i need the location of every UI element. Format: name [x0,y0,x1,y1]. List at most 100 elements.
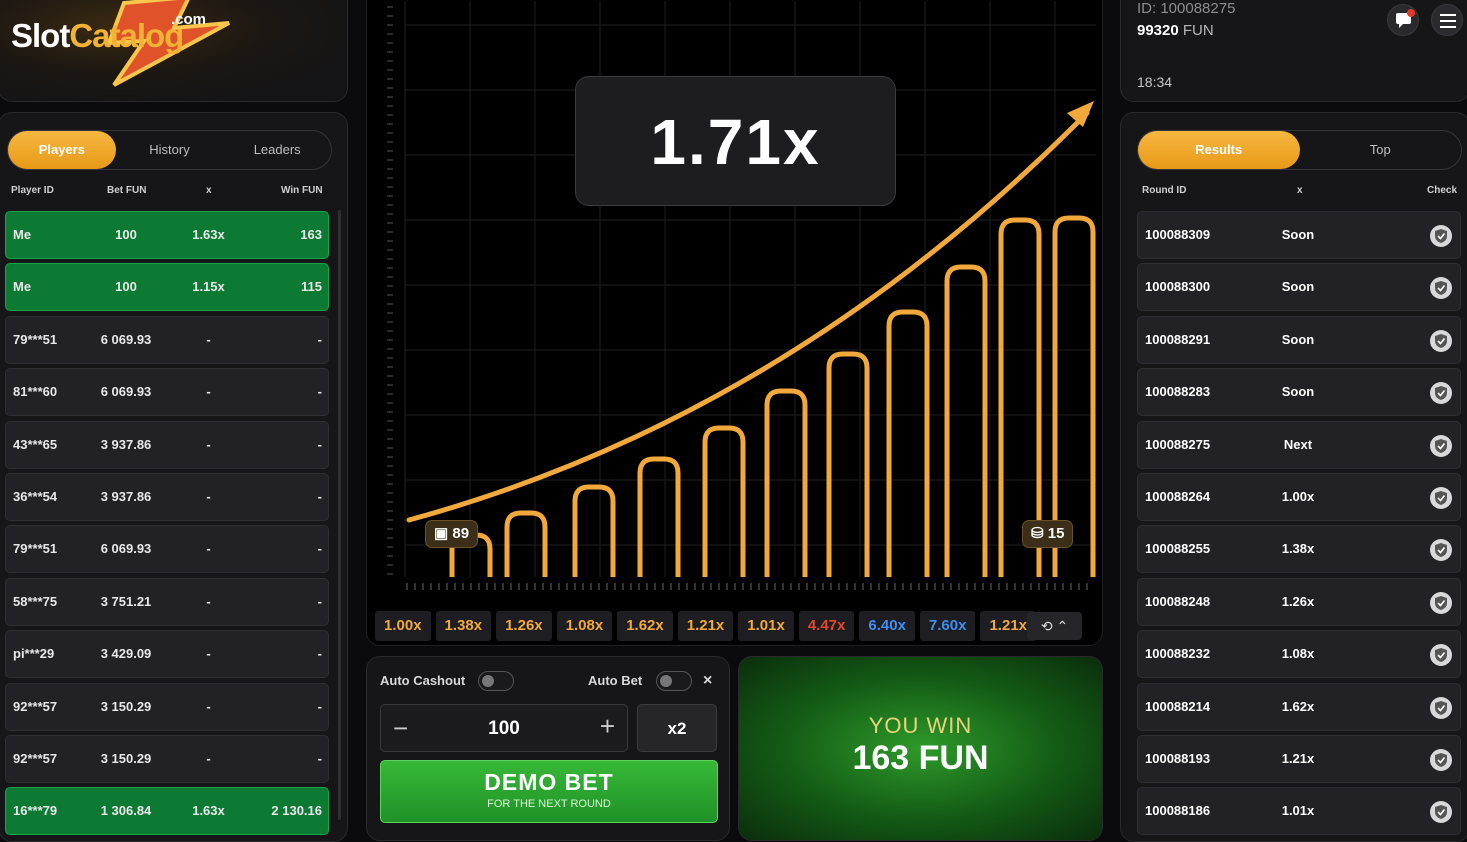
tab-top[interactable]: Top [1300,131,1462,169]
chevron-up-icon: ⌃ [1056,618,1069,634]
round-id: 100088255 [1145,541,1211,557]
shield-check-icon[interactable] [1430,644,1452,667]
bets-count: 15 [1047,525,1065,542]
table-row: 100088214 1.62x [1137,682,1461,731]
tab-results[interactable]: Results [1138,131,1300,169]
round-result: 1.26x [1281,593,1315,609]
table-row: 36***54 3 937.86 - - [5,472,329,521]
col-player-id: Player ID [11,185,54,196]
bet-amount-input[interactable]: 100 [381,718,627,740]
shield-check-icon[interactable] [1430,225,1452,247]
player-id: pi***29 [13,646,55,662]
shield-check-icon[interactable] [1430,539,1452,562]
demo-bet-label: DEMO BET [484,769,614,795]
round-history: 1.00x 1.38x 1.26x 1.08x 1.62x 1.21x 1.01x 4.47x… [375,611,1097,641]
player-x: - [206,488,211,504]
player-win: - [317,646,322,662]
history-multiplier[interactable]: 6.40x [859,611,915,641]
history-multiplier[interactable]: 1.01x [738,611,794,641]
table-row: 92***57 3 150.29 - - [5,734,329,783]
shield-check-icon[interactable] [1430,696,1452,719]
increase-bet-button[interactable]: + [600,711,615,742]
close-icon[interactable]: × [703,672,712,690]
player-win: - [317,541,322,557]
history-icon: ⟲ [1040,618,1053,634]
player-id: 79***51 [13,331,58,347]
players-count-badge: ▣ 89 [425,520,479,548]
history-multiplier[interactable]: 1.38x [435,611,492,641]
tab-history[interactable]: History [116,131,224,169]
tab-players[interactable]: Players [8,131,116,169]
history-multiplier[interactable]: 4.47x [798,611,855,641]
auto-cashout-toggle[interactable] [478,671,514,691]
tab-leaders[interactable]: Leaders [223,131,331,169]
player-id: 58***75 [13,593,58,609]
auto-bet-label: Auto Bet [588,673,643,688]
history-toggle-button[interactable]: ⟲ ⌃ [1027,612,1082,640]
graph-bar [826,351,870,577]
round-result: Next [1283,436,1313,452]
player-id: Me [13,227,32,242]
user-panel: ID: 100088275 99320 FUN 18:34 [1120,0,1467,102]
history-multiplier[interactable]: 1.21x [677,611,734,641]
player-win: - [317,593,322,609]
table-row: 16***79 1 306.84 1.63x 2 130.16 [5,787,329,836]
auto-bet-toggle[interactable] [656,671,692,691]
menu-button[interactable] [1431,4,1463,36]
coins-icon: ⛁ [1031,525,1044,542]
history-multiplier[interactable]: 7.60x [919,611,976,641]
shield-check-icon[interactable] [1430,434,1452,457]
table-row: 79***51 6 069.93 - - [5,525,329,574]
chat-button[interactable] [1387,4,1419,36]
results-list: 100088309 Soon 100088300 Soon 100088291 Soon 1… [1137,211,1461,840]
results-panel: Results Top Round ID x Check 100088309 So… [1120,112,1467,842]
player-id: 81***60 [13,384,58,400]
shield-check-icon[interactable] [1430,748,1452,771]
player-x: 1.63x [192,803,225,819]
history-multiplier[interactable]: 1.00x [375,611,431,641]
round-id: 100088214 [1145,698,1211,714]
players-scrollbar[interactable] [338,210,341,820]
shield-check-icon[interactable] [1430,277,1452,300]
you-win-label: YOU WIN [868,713,973,738]
game-area: 1.71x ▣ 89 ⛁ 15 1.00x 1.38x 1.26x 1.08x 1.62… [366,0,1103,646]
player-x: - [206,698,211,714]
player-bet: 3 429.09 [100,646,152,662]
history-multiplier[interactable]: 1.62x [617,611,673,641]
round-id: 100088275 [1145,436,1211,452]
double-bet-button[interactable]: x2 [637,704,717,752]
graph-bar [572,484,616,577]
win-panel: YOU WIN 163 FUN [738,656,1103,841]
curve-arrow-icon [1067,101,1094,127]
player-win: 115 [301,279,322,295]
round-result: Soon [1281,384,1315,400]
bet-amount-stepper: − 100 + [380,704,628,752]
current-multiplier: 1.71x [575,76,896,206]
shield-check-icon[interactable] [1430,801,1452,824]
history-multiplier[interactable]: 1.26x [496,611,552,641]
table-row: 92***57 3 150.29 - - [5,682,329,731]
player-id: 92***57 [13,750,58,766]
history-multiplier[interactable]: 1.08x [556,611,613,641]
round-result: Soon [1281,279,1315,295]
table-row: 58***75 3 751.21 - - [5,577,329,626]
graph-bar [944,264,988,577]
hamburger-menu-icon [1440,14,1456,28]
table-row: 79***51 6 069.93 - - [5,315,329,364]
round-result: Soon [1281,331,1315,347]
demo-bet-button[interactable]: DEMO BET FOR THE NEXT ROUND [380,760,718,823]
shield-check-icon[interactable] [1430,486,1452,509]
player-id: 36***54 [13,488,58,504]
shield-check-icon[interactable] [1430,329,1452,352]
table-row: pi***29 3 429.09 - - [5,630,329,679]
player-x: - [206,593,211,609]
table-row: 81***60 6 069.93 - - [5,368,329,417]
player-x: - [206,750,211,766]
shield-check-icon[interactable] [1430,382,1452,405]
round-result: 1.08x [1281,646,1315,662]
table-row: 100088264 1.00x [1137,472,1461,521]
player-id: 92***57 [13,698,58,714]
player-bet: 6 069.93 [100,541,152,557]
shield-check-icon[interactable] [1430,591,1452,614]
results-tabs: Results Top [1137,130,1462,170]
